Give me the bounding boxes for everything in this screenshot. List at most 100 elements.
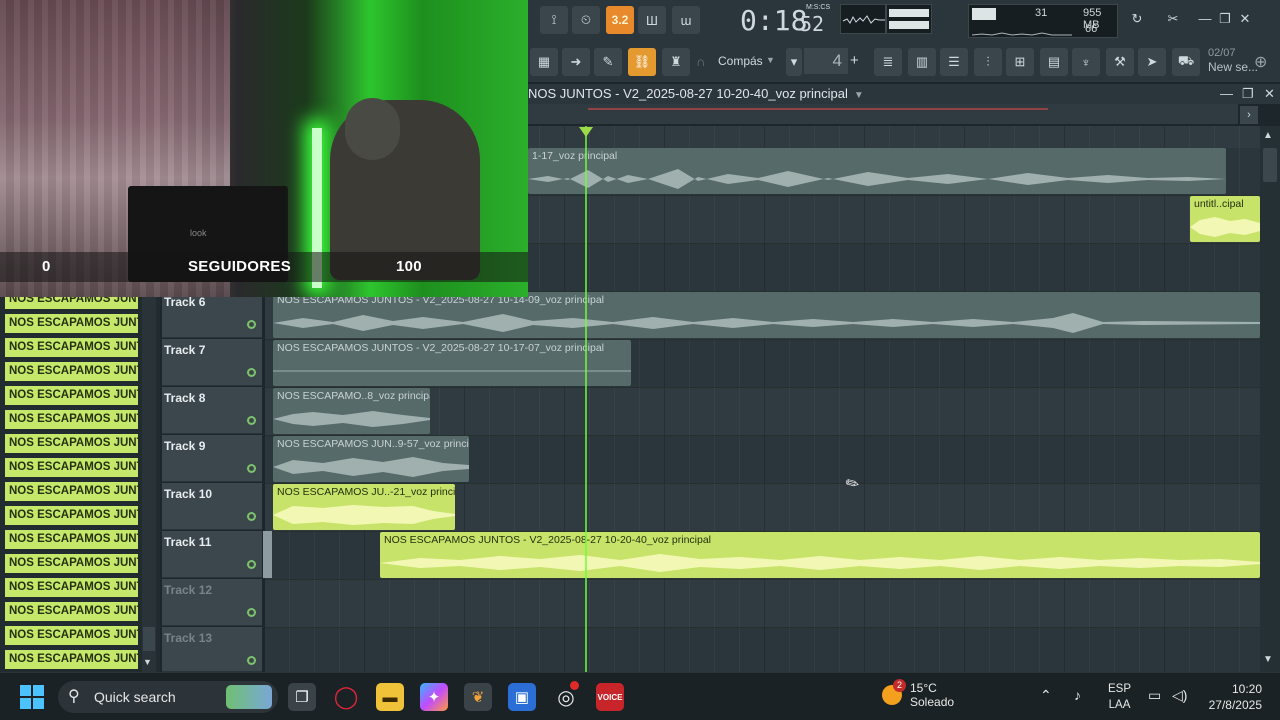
- picker-clip-item[interactable]: NOS ESCAPAMOS JUNTOS -: [5, 314, 138, 333]
- picker-scroll-thumb[interactable]: [143, 627, 155, 651]
- news-panel[interactable]: 02/07 New se...: [1208, 46, 1258, 74]
- track-enable-icon[interactable]: [247, 320, 256, 329]
- metronome-icon[interactable]: ⟟: [540, 6, 568, 34]
- picker-clip-item[interactable]: NOS ESCAPAMOS JUNTOS -: [5, 482, 138, 501]
- taskbar-clock[interactable]: 10:20 27/8/2025: [1198, 681, 1262, 713]
- track-enable-icon[interactable]: [247, 416, 256, 425]
- track-enable-icon[interactable]: [247, 464, 256, 473]
- track-selector[interactable]: [263, 531, 272, 578]
- track-enable-icon[interactable]: [247, 512, 256, 521]
- lane[interactable]: [265, 580, 1260, 628]
- tray-chevron-icon[interactable]: ⌃: [1040, 687, 1052, 704]
- wait-record-icon[interactable]: ⏲: [572, 6, 600, 34]
- playlist-minimize-icon[interactable]: —: [1220, 84, 1233, 104]
- hint-icon[interactable]: ➤: [1138, 48, 1166, 76]
- brush-icon[interactable]: ✎: [594, 48, 622, 76]
- title-chevron-icon[interactable]: ▼: [854, 90, 864, 101]
- arrow-right-icon[interactable]: ➜: [562, 48, 590, 76]
- picker-clip-item[interactable]: NOS ESCAPAMOS JUNTOS -: [5, 458, 138, 477]
- track-enable-icon[interactable]: [247, 656, 256, 665]
- playlist-icon[interactable]: ☰: [940, 48, 968, 76]
- scroll-down-icon[interactable]: ▼: [1263, 654, 1273, 665]
- network-icon[interactable]: ▭: [1148, 687, 1161, 704]
- stamp-icon[interactable]: ♜: [662, 48, 690, 76]
- picker-clip-item[interactable]: NOS ESCAPAMOS JUNTOS -: [5, 434, 138, 453]
- mixer-icon[interactable]: ≣: [874, 48, 902, 76]
- beat-decrement-icon[interactable]: ▾: [786, 48, 802, 76]
- beat-increment-icon[interactable]: +: [850, 52, 859, 69]
- track-header[interactable]: Track 9: [162, 435, 262, 482]
- taskbar-search[interactable]: ⚲ Quick search: [58, 681, 278, 713]
- overview-strip[interactable]: [528, 104, 1238, 124]
- language-indicator[interactable]: ESP LAA: [1108, 681, 1131, 713]
- lane[interactable]: [265, 628, 1260, 672]
- microphone-icon[interactable]: ♪: [1074, 687, 1081, 703]
- magnet-icon[interactable]: ∩: [696, 54, 705, 69]
- track-header[interactable]: Track 8: [162, 387, 262, 434]
- picker-clip-item[interactable]: NOS ESCAPAMOS JUNTOS -: [5, 338, 138, 357]
- scroll-right-icon[interactable]: ›: [1240, 106, 1258, 124]
- track-header[interactable]: Track 7: [162, 339, 262, 386]
- audio-clip[interactable]: NOS ESCAPAMOS JUNTOS - V2_2025-08-27 10-…: [273, 292, 1260, 338]
- track-header[interactable]: Track 6: [162, 291, 262, 338]
- copilot-icon[interactable]: ✦: [420, 683, 448, 711]
- loop-record-icon[interactable]: ɯ: [672, 6, 700, 34]
- voicemeeter-icon[interactable]: VOICE: [596, 683, 624, 711]
- plugin-icon[interactable]: ⫶: [974, 48, 1002, 76]
- track-enable-icon[interactable]: [247, 368, 256, 377]
- scroll-thumb[interactable]: [1263, 148, 1277, 182]
- track-header[interactable]: Track 11: [162, 531, 262, 578]
- task-view-icon[interactable]: ❐: [288, 683, 316, 711]
- windows-start-icon[interactable]: [20, 685, 44, 709]
- picker-scrollbar[interactable]: ▼: [142, 297, 156, 672]
- weather-widget[interactable]: 15°C Soleado: [910, 681, 954, 709]
- vertical-scrollbar[interactable]: ▲ ▼: [1260, 126, 1280, 672]
- playhead-marker[interactable]: [579, 127, 593, 137]
- track-header[interactable]: Track 10: [162, 483, 262, 530]
- audio-clip[interactable]: 1-17_voz principal: [528, 148, 1226, 194]
- playlist-maximize-icon[interactable]: ❐: [1242, 84, 1254, 104]
- fl-studio-icon[interactable]: ❦: [464, 683, 492, 711]
- file-explorer-icon[interactable]: ▬: [376, 683, 404, 711]
- audio-clip[interactable]: NOS ESCAPAMO..8_voz principal: [273, 388, 430, 434]
- picker-clip-item[interactable]: NOS ESCAPAMOS JUNTOS -: [5, 626, 138, 645]
- beat-value[interactable]: 4: [804, 48, 848, 74]
- maximize-icon[interactable]: ❐: [1216, 10, 1234, 28]
- plug-icon[interactable]: ♆: [1072, 48, 1100, 76]
- picker-clip-item[interactable]: NOS ESCAPAMOS JUNTOS -: [5, 554, 138, 573]
- song-time[interactable]: 0:18: [740, 4, 807, 37]
- panic-icon[interactable]: ↻: [1128, 10, 1146, 28]
- cart-icon[interactable]: ⛟: [1172, 48, 1200, 76]
- volume-icon[interactable]: ◁): [1172, 687, 1187, 704]
- minimize-icon[interactable]: —: [1196, 10, 1214, 28]
- scroll-up-icon[interactable]: ▲: [1263, 130, 1273, 141]
- track-header[interactable]: Track 13: [162, 627, 262, 672]
- picker-clip-item[interactable]: NOS ESCAPAMOS JUNTOS -: [5, 650, 138, 669]
- tool-icon[interactable]: ⚒: [1106, 48, 1134, 76]
- channel-rack-icon[interactable]: ▥: [908, 48, 936, 76]
- tempo-button[interactable]: 3.2: [606, 6, 634, 34]
- playhead[interactable]: [585, 126, 587, 672]
- file-icon[interactable]: ▤: [1040, 48, 1068, 76]
- picker-scroll-down-icon[interactable]: ▼: [143, 657, 152, 667]
- track-enable-icon[interactable]: [247, 608, 256, 617]
- picker-clip-item[interactable]: NOS ESCAPAMOS JUNTOS -: [5, 506, 138, 525]
- picker-clip-item[interactable]: NOS ESCAPAMOS JUNTOS -: [5, 410, 138, 429]
- audio-clip[interactable]: NOS ESCAPAMOS JUN..9-57_voz principal: [273, 436, 469, 482]
- picker-clip-item[interactable]: NOS ESCAPAMOS JUNTOS -: [5, 602, 138, 621]
- track-header[interactable]: Track 12: [162, 579, 262, 626]
- picker-clip-item[interactable]: NOS ESCAPAMOS JUNTOS -: [5, 578, 138, 597]
- audio-clip[interactable]: NOS ESCAPAMOS JUNTOS - V2_2025-08-27 10-…: [273, 340, 631, 386]
- cpu-memory-panel[interactable]: 31 955 MB 66: [968, 4, 1118, 38]
- picker-clip-item[interactable]: NOS ESCAPAMOS JUNTOS -: [5, 530, 138, 549]
- opera-icon[interactable]: ◯: [332, 683, 360, 711]
- step-edit-icon[interactable]: Ш: [638, 6, 666, 34]
- picker-clip-item[interactable]: NOS ESCAPAMOS JUNTOS -: [5, 362, 138, 381]
- audio-clip[interactable]: untitl..cipal: [1190, 196, 1260, 242]
- browser-icon[interactable]: ⊞: [1006, 48, 1034, 76]
- link-icon[interactable]: ⛓: [628, 48, 656, 76]
- playlist-close-icon[interactable]: ✕: [1264, 84, 1275, 104]
- playlist-title-bar[interactable]: NOS JUNTOS - V2_2025-08-27 10-20-40_voz …: [528, 84, 1280, 104]
- piano-roll-icon[interactable]: ▦: [530, 48, 558, 76]
- store-icon[interactable]: ▣: [508, 683, 536, 711]
